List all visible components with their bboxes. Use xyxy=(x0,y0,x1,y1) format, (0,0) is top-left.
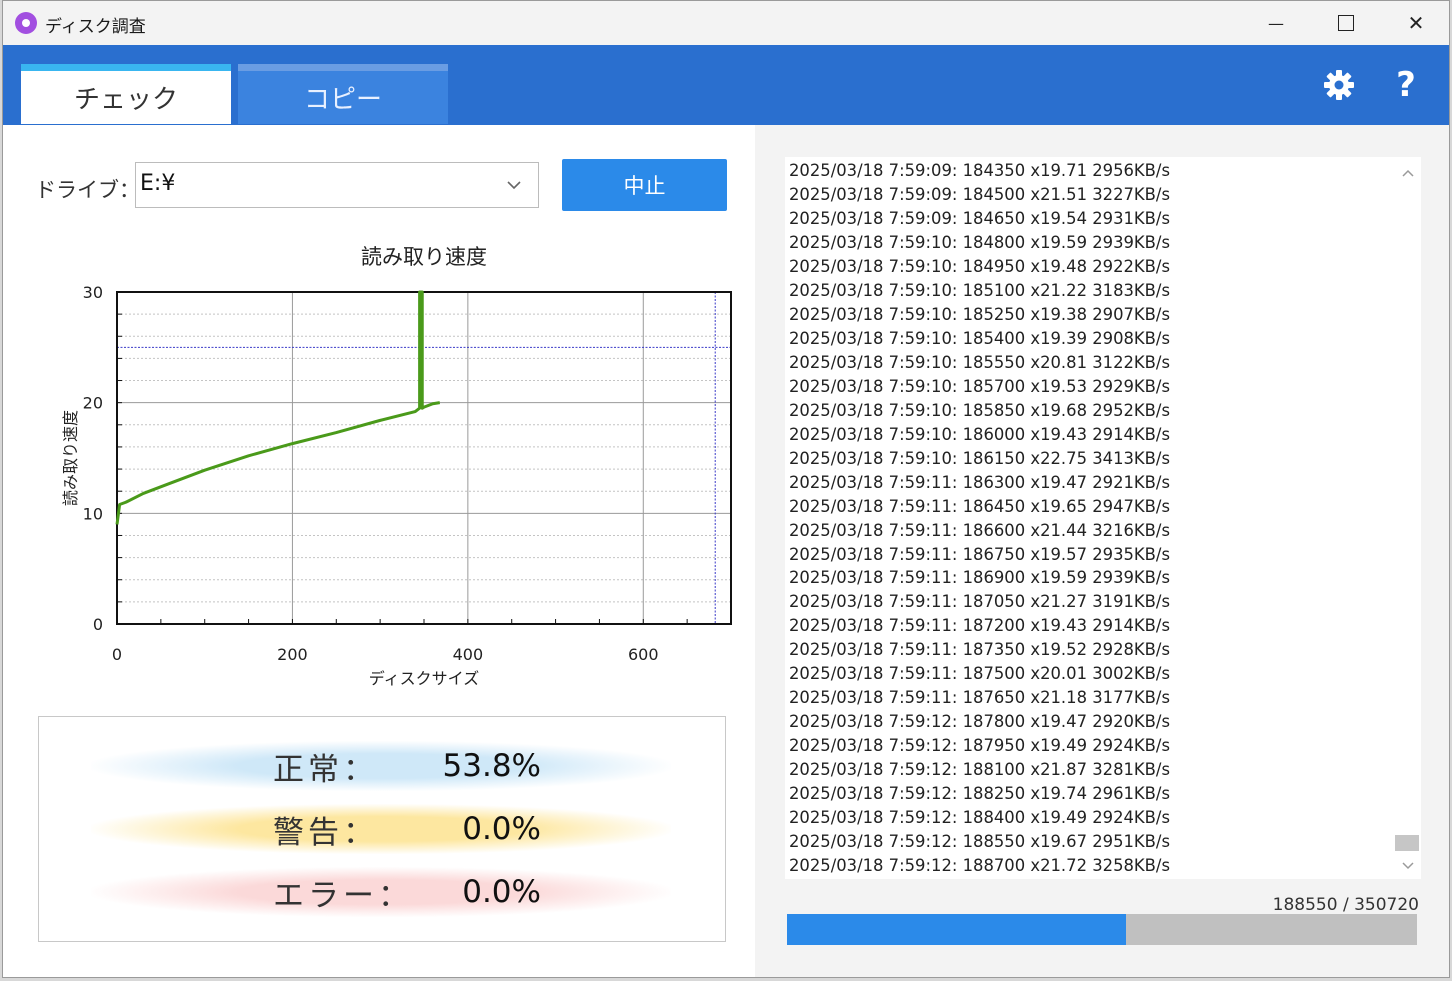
log-line: 2025/03/18 7:59:11: 186900 x19.59 2939KB… xyxy=(789,568,1170,588)
log-line: 2025/03/18 7:59:12: 188400 x19.49 2924KB… xyxy=(789,808,1170,828)
log-line: 2025/03/18 7:59:11: 186600 x21.44 3216KB… xyxy=(789,520,1170,540)
app-window: ディスク調査 — ✕ チェック コピー ? ドライブ： E:¥ 中止 0 200… xyxy=(2,0,1450,978)
progress-text: 188550 / 350720 xyxy=(1272,895,1419,915)
minimize-icon: — xyxy=(1268,13,1284,33)
stat-row-normal: 正常： 53.8% xyxy=(91,741,671,791)
log-line: 2025/03/18 7:59:09: 184350 x19.71 2956KB… xyxy=(789,161,1170,180)
x-tick-label: 200 xyxy=(277,645,308,664)
chart-title: 読み取り速度 xyxy=(361,245,487,269)
y-axis-label: 読み取り速度 xyxy=(61,410,80,506)
y-tick-label: 10 xyxy=(83,504,103,523)
y-tick-label: 30 xyxy=(83,283,103,302)
chevron-down-icon xyxy=(1402,861,1414,869)
stat-band-warning xyxy=(91,804,671,854)
x-axis-label: ディスクサイズ xyxy=(369,669,479,688)
close-icon: ✕ xyxy=(1407,11,1425,35)
tab-bar: チェック コピー ? xyxy=(3,45,1449,125)
scroll-up-button[interactable] xyxy=(1395,161,1421,185)
stat-row-warning: 警告： 0.0% xyxy=(91,804,671,854)
log-line: 2025/03/18 7:59:10: 185850 x19.68 2952KB… xyxy=(789,400,1170,420)
stat-label-warning: 警告： xyxy=(273,814,378,851)
log-line: 2025/03/18 7:59:12: 188250 x19.74 2961KB… xyxy=(789,784,1170,804)
log-line: 2025/03/18 7:59:10: 185250 x19.38 2907KB… xyxy=(789,304,1170,324)
log-line: 2025/03/18 7:59:12: 188550 x19.67 2951KB… xyxy=(789,832,1170,852)
log-list[interactable]: 2025/03/18 7:59:09: 184350 x19.71 2956KB… xyxy=(785,157,1421,879)
log-line: 2025/03/18 7:59:11: 187650 x21.18 3177KB… xyxy=(789,688,1170,708)
gear-icon xyxy=(1324,70,1354,100)
app-icon xyxy=(15,12,37,34)
x-tick-label: 0 xyxy=(112,645,122,664)
log-line: 2025/03/18 7:59:11: 186750 x19.57 2935KB… xyxy=(789,544,1170,564)
tab-label: チェック xyxy=(73,85,178,115)
stat-value-normal: 53.8% xyxy=(442,748,541,784)
left-pane: ドライブ： E:¥ 中止 0 200 400 600 0 10 20 30 読み取り速度 ディスク… xyxy=(3,125,755,977)
progress-fill xyxy=(787,914,1126,945)
y-tick-label: 20 xyxy=(83,394,103,413)
read-speed-chart: 0 200 400 600 0 10 20 30 読み取り速度ディスクサイズ 読み取り速度 xyxy=(61,245,732,688)
stats-panel: 正常： 53.8% 警告： 0.0% エラー： 0.0% xyxy=(38,716,726,942)
log-line: 2025/03/18 7:59:11: 187050 x21.27 3191KB… xyxy=(789,592,1170,612)
log-lines: 2025/03/18 7:59:09: 184350 x19.71 2956KB… xyxy=(785,159,1389,878)
minimize-button[interactable]: — xyxy=(1241,1,1311,45)
log-line: 2025/03/18 7:59:12: 188100 x21.87 3281KB… xyxy=(789,760,1170,780)
progress-bar xyxy=(787,914,1417,945)
settings-button[interactable] xyxy=(1319,65,1359,105)
y-tick-label: 0 xyxy=(93,615,103,634)
close-button[interactable]: ✕ xyxy=(1381,1,1449,45)
log-line: 2025/03/18 7:59:10: 186000 x19.43 2914KB… xyxy=(789,424,1170,444)
log-line: 2025/03/18 7:59:11: 187500 x20.01 3002KB… xyxy=(789,664,1170,684)
scrollbar-thumb[interactable] xyxy=(1395,835,1419,851)
window-title: ディスク調査 xyxy=(45,17,146,37)
maximize-icon xyxy=(1338,15,1354,31)
log-line: 2025/03/18 7:59:11: 186450 x19.65 2947KB… xyxy=(789,496,1170,516)
tab-label: コピー xyxy=(303,85,382,115)
log-line: 2025/03/18 7:59:10: 185550 x20.81 3122KB… xyxy=(789,352,1170,372)
tab-copy[interactable]: コピー xyxy=(238,64,448,124)
log-line: 2025/03/18 7:59:10: 184950 x19.48 2922KB… xyxy=(789,256,1170,276)
log-line: 2025/03/18 7:59:10: 184800 x19.59 2939KB… xyxy=(789,232,1170,252)
stat-band-normal xyxy=(91,741,671,791)
stat-label-normal: 正常： xyxy=(273,751,378,788)
series-line xyxy=(115,290,441,525)
log-line: 2025/03/18 7:59:10: 185100 x21.22 3183KB… xyxy=(789,280,1170,300)
maximize-button[interactable] xyxy=(1311,1,1381,45)
log-line: 2025/03/18 7:59:10: 185400 x19.39 2908KB… xyxy=(789,328,1170,348)
log-line: 2025/03/18 7:59:09: 184500 x21.51 3227KB… xyxy=(789,184,1170,204)
log-line: 2025/03/18 7:59:10: 186150 x22.75 3413KB… xyxy=(789,448,1170,468)
right-pane: 2025/03/18 7:59:09: 184350 x19.71 2956KB… xyxy=(755,125,1449,977)
log-line: 2025/03/18 7:59:11: 187200 x19.43 2914KB… xyxy=(789,616,1170,636)
log-line: 2025/03/18 7:59:09: 184650 x19.54 2931KB… xyxy=(789,208,1170,228)
stat-value-error: 0.0% xyxy=(462,874,541,910)
x-tick-label: 600 xyxy=(628,645,659,664)
log-line: 2025/03/18 7:59:12: 187950 x19.49 2924KB… xyxy=(789,736,1170,756)
log-line: 2025/03/18 7:59:11: 186300 x19.47 2921KB… xyxy=(789,472,1170,492)
x-tick-label: 400 xyxy=(453,645,484,664)
help-icon: ? xyxy=(1396,65,1416,105)
log-line: 2025/03/18 7:59:11: 187350 x19.52 2928KB… xyxy=(789,640,1170,660)
log-line: 2025/03/18 7:59:12: 187800 x19.47 2920KB… xyxy=(789,712,1170,732)
stat-value-warning: 0.0% xyxy=(462,811,541,847)
log-line: 2025/03/18 7:59:10: 185700 x19.53 2929KB… xyxy=(789,376,1170,396)
plot-area xyxy=(116,291,732,625)
chevron-up-icon xyxy=(1402,169,1414,177)
stat-row-error: エラー： 0.0% xyxy=(91,867,671,917)
log-line: 2025/03/18 7:59:12: 188700 x21.72 3258KB… xyxy=(789,856,1170,876)
help-button[interactable]: ? xyxy=(1386,65,1426,105)
title-bar: ディスク調査 — ✕ xyxy=(3,1,1449,45)
scroll-down-button[interactable] xyxy=(1395,853,1421,877)
tab-check[interactable]: チェック xyxy=(21,64,231,124)
